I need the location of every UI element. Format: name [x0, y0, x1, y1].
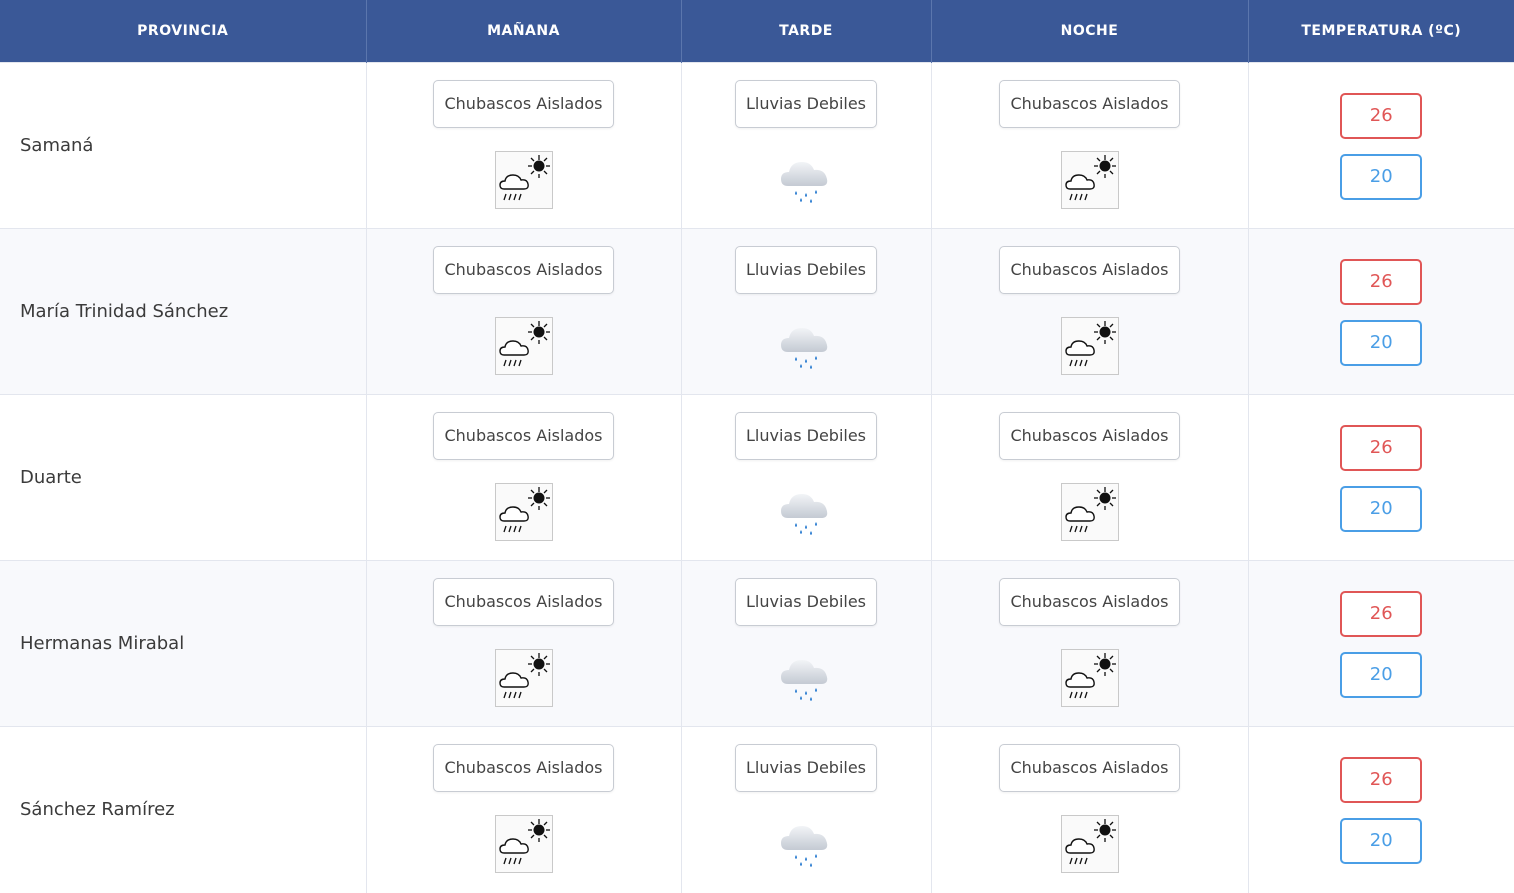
max-temp-badge: 26	[1340, 591, 1423, 637]
condition-chip-noche: Chubascos Aislados	[999, 744, 1180, 792]
cell-temperatura: 26 20	[1248, 62, 1514, 229]
rain-cloud-icon	[776, 150, 836, 210]
max-temp-badge: 26	[1340, 259, 1423, 305]
province-name: Sánchez Ramírez	[0, 726, 367, 893]
sun-cloud-rain-icon	[494, 150, 554, 210]
forecast-table: PROVINCIA MAÑANA TARDE NOCHE TEMPERATURA…	[0, 0, 1514, 893]
cell-manana: Chubascos Aislados	[366, 394, 682, 561]
condition-chip-noche: Chubascos Aislados	[999, 412, 1180, 460]
table-row: Hermanas Mirabal Chubascos Aislados Lluv…	[0, 560, 1514, 727]
cell-noche: Chubascos Aislados	[931, 62, 1249, 229]
table-row: Samaná Chubascos Aislados Lluvias Debile…	[0, 62, 1514, 229]
rain-cloud-icon	[776, 316, 836, 376]
min-temp-badge: 20	[1340, 320, 1423, 366]
condition-chip-noche: Chubascos Aislados	[999, 246, 1180, 294]
cell-manana: Chubascos Aislados	[366, 228, 682, 395]
condition-chip-manana: Chubascos Aislados	[433, 744, 614, 792]
max-temp-badge: 26	[1340, 757, 1423, 803]
cell-noche: Chubascos Aislados	[931, 560, 1249, 727]
province-name: Duarte	[0, 394, 367, 561]
sun-cloud-rain-icon	[494, 482, 554, 542]
min-temp-badge: 20	[1340, 486, 1423, 532]
condition-chip-manana: Chubascos Aislados	[433, 412, 614, 460]
province-name: Hermanas Mirabal	[0, 560, 367, 727]
condition-chip-manana: Chubascos Aislados	[433, 246, 614, 294]
condition-chip-tarde: Lluvias Debiles	[734, 246, 878, 294]
sun-cloud-rain-icon	[1060, 150, 1120, 210]
province-name: María Trinidad Sánchez	[0, 228, 367, 395]
sun-cloud-rain-icon	[1060, 482, 1120, 542]
sun-cloud-rain-icon	[494, 648, 554, 708]
cell-tarde: Lluvias Debiles	[681, 228, 932, 395]
cell-tarde: Lluvias Debiles	[681, 394, 932, 561]
min-temp-badge: 20	[1340, 154, 1423, 200]
table-row: Duarte Chubascos Aislados Lluvias Debile…	[0, 394, 1514, 561]
cell-noche: Chubascos Aislados	[931, 726, 1249, 893]
sun-cloud-rain-icon	[1060, 648, 1120, 708]
cell-tarde: Lluvias Debiles	[681, 62, 932, 229]
max-temp-badge: 26	[1340, 425, 1423, 471]
province-name: Samaná	[0, 62, 367, 229]
cell-tarde: Lluvias Debiles	[681, 726, 932, 893]
cell-temperatura: 26 20	[1248, 228, 1514, 395]
table-body: Samaná Chubascos Aislados Lluvias Debile…	[0, 62, 1514, 893]
cell-manana: Chubascos Aislados	[366, 726, 682, 893]
cell-temperatura: 26 20	[1248, 726, 1514, 893]
max-temp-badge: 26	[1340, 93, 1423, 139]
cell-manana: Chubascos Aislados	[366, 560, 682, 727]
min-temp-badge: 20	[1340, 652, 1423, 698]
cell-noche: Chubascos Aislados	[931, 394, 1249, 561]
condition-chip-tarde: Lluvias Debiles	[734, 80, 878, 128]
table-header: PROVINCIA MAÑANA TARDE NOCHE TEMPERATURA…	[0, 0, 1514, 63]
condition-chip-tarde: Lluvias Debiles	[734, 412, 878, 460]
rain-cloud-icon	[776, 814, 836, 874]
condition-chip-manana: Chubascos Aislados	[433, 80, 614, 128]
cell-manana: Chubascos Aislados	[366, 62, 682, 229]
header-temperatura: TEMPERATURA (ºC)	[1248, 0, 1514, 63]
condition-chip-tarde: Lluvias Debiles	[734, 578, 878, 626]
rain-cloud-icon	[776, 482, 836, 542]
header-manana: MAÑANA	[366, 0, 682, 63]
sun-cloud-rain-icon	[1060, 814, 1120, 874]
cell-temperatura: 26 20	[1248, 394, 1514, 561]
condition-chip-tarde: Lluvias Debiles	[734, 744, 878, 792]
condition-chip-manana: Chubascos Aislados	[433, 578, 614, 626]
cell-tarde: Lluvias Debiles	[681, 560, 932, 727]
header-tarde: TARDE	[681, 0, 932, 63]
header-provincia: PROVINCIA	[0, 0, 367, 63]
sun-cloud-rain-icon	[1060, 316, 1120, 376]
table-row: María Trinidad Sánchez Chubascos Aislado…	[0, 228, 1514, 395]
cell-noche: Chubascos Aislados	[931, 228, 1249, 395]
condition-chip-noche: Chubascos Aislados	[999, 578, 1180, 626]
cell-temperatura: 26 20	[1248, 560, 1514, 727]
sun-cloud-rain-icon	[494, 814, 554, 874]
sun-cloud-rain-icon	[494, 316, 554, 376]
condition-chip-noche: Chubascos Aislados	[999, 80, 1180, 128]
table-row: Sánchez Ramírez Chubascos Aislados Lluvi…	[0, 726, 1514, 893]
rain-cloud-icon	[776, 648, 836, 708]
min-temp-badge: 20	[1340, 818, 1423, 864]
header-noche: NOCHE	[931, 0, 1249, 63]
